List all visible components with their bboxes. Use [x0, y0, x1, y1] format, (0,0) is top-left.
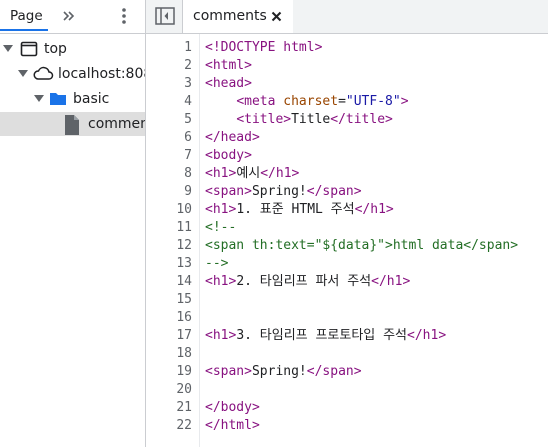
tree-item-localhost[interactable]: localhost:808: [0, 62, 145, 86]
line-code: </head>: [205, 130, 260, 145]
line-code: <h1>1. 표준 HTML 주석</h1>: [205, 202, 394, 217]
line-code: <title>Title</title>: [236, 112, 393, 127]
cloud-icon: [32, 65, 54, 86]
line-code: <html>: [205, 58, 252, 73]
code-line: 11 <!--: [146, 219, 548, 237]
tree-item-label: basic: [73, 91, 110, 107]
code-line: 17 <h1>3. 타임리프 프로토타입 주석</h1>: [146, 327, 548, 345]
code-line: 3 <head>: [146, 75, 548, 93]
tree-item-label: commen: [88, 116, 145, 132]
more-options-icon[interactable]: [114, 6, 134, 26]
code-line: 13 -->: [146, 255, 548, 273]
code-line: 14 <h1>2. 타임리프 파서 주석</h1>: [146, 273, 548, 291]
line-number: 2: [184, 58, 192, 73]
line-code: <span>Spring!</span>: [205, 364, 362, 379]
line-code: -->: [205, 256, 229, 271]
tab-comments[interactable]: comments: [183, 0, 293, 33]
code-line: 15: [146, 291, 548, 309]
navigator-panel: Page top localhost:808 basic commen: [0, 0, 146, 447]
line-number: 20: [176, 382, 192, 397]
line-number: 9: [184, 184, 192, 199]
expand-arrow-icon[interactable]: [18, 70, 28, 77]
line-number: 17: [176, 328, 192, 343]
line-code: <span th:text="${data}">html data</span>: [205, 238, 519, 253]
code-line: 10 <h1>1. 표준 HTML 주석</h1>: [146, 201, 548, 219]
line-number: 19: [176, 364, 192, 379]
tree-item-label: localhost:808: [58, 66, 145, 82]
tab-label: comments: [193, 8, 267, 24]
line-number: 15: [176, 292, 192, 307]
line-number: 4: [184, 94, 192, 109]
tree-item-label: top: [44, 41, 67, 57]
code-line: 2 <html>: [146, 57, 548, 75]
line-number: 14: [176, 274, 192, 289]
code-line: 5 <title>Title</title>: [146, 111, 548, 129]
tree-item-top[interactable]: top: [0, 37, 145, 61]
code-line: 12 <span th:text="${data}">html data</spa…: [146, 237, 548, 255]
line-number: 11: [176, 220, 192, 235]
frame-icon: [20, 40, 38, 61]
line-code: <meta charset="UTF-8">: [236, 94, 409, 109]
tab-page[interactable]: Page: [0, 0, 48, 31]
code-line: 4 <meta charset="UTF-8">: [146, 93, 548, 111]
line-code: <!--: [205, 220, 237, 235]
code-line: 21 </body>: [146, 399, 548, 417]
line-number: 12: [176, 238, 192, 253]
tree-item-comments[interactable]: commen: [0, 112, 145, 136]
chevron-double-right-icon[interactable]: [60, 6, 80, 26]
line-code: <h1>2. 타임리프 파서 주석</h1>: [205, 274, 411, 289]
folder-icon: [49, 90, 67, 111]
code-line: 8 <h1>예시</h1>: [146, 165, 548, 183]
code-editor[interactable]: 1 <!DOCTYPE html> 2 <html> 3 <head> 4 <meta ch…: [146, 34, 548, 447]
line-number: 3: [184, 76, 192, 91]
line-number: 10: [176, 202, 192, 217]
line-number: 18: [176, 346, 192, 361]
line-code: <head>: [205, 76, 252, 91]
line-number: 8: [184, 166, 192, 181]
code-line: 6 </head>: [146, 129, 548, 147]
line-code: </html>: [205, 418, 260, 433]
line-number: 1: [184, 40, 192, 55]
editor-panel: comments 1 <!DOCTYPE html> 2 <html> 3 <head> 4…: [146, 0, 548, 447]
code-line: 19 <span>Spring!</span>: [146, 363, 548, 381]
line-code: <span>Spring!</span>: [205, 184, 362, 199]
code-line: 16: [146, 309, 548, 327]
code-line: 20: [146, 381, 548, 399]
line-code: </body>: [205, 400, 260, 415]
line-number: 6: [184, 130, 192, 145]
line-number: 7: [184, 148, 192, 163]
code-line: 18: [146, 345, 548, 363]
editor-toolbar: comments: [146, 0, 548, 34]
expand-arrow-icon[interactable]: [34, 95, 44, 102]
line-number: 16: [176, 310, 192, 325]
navigator-toolbar: Page: [0, 0, 145, 34]
line-code: <h1>3. 타임리프 프로토타입 주석</h1>: [205, 328, 447, 343]
line-number: 13: [176, 256, 192, 271]
line-code: <!DOCTYPE html>: [205, 40, 323, 55]
code-line: 7 <body>: [146, 147, 548, 165]
tree-item-basic[interactable]: basic: [0, 87, 145, 111]
close-icon[interactable]: [271, 11, 282, 22]
expand-arrow-icon[interactable]: [3, 45, 13, 52]
code-line: 22 </html>: [146, 417, 548, 435]
line-number: 5: [184, 112, 192, 127]
line-code: <body>: [205, 148, 252, 163]
file-icon: [64, 115, 80, 136]
toggle-navigator-icon[interactable]: [155, 7, 175, 25]
line-code: <h1>예시</h1>: [205, 166, 300, 181]
line-number: 22: [176, 418, 192, 433]
line-number: 21: [176, 400, 192, 415]
code-line: 9 <span>Spring!</span>: [146, 183, 548, 201]
code-line: 1 <!DOCTYPE html>: [146, 39, 548, 57]
